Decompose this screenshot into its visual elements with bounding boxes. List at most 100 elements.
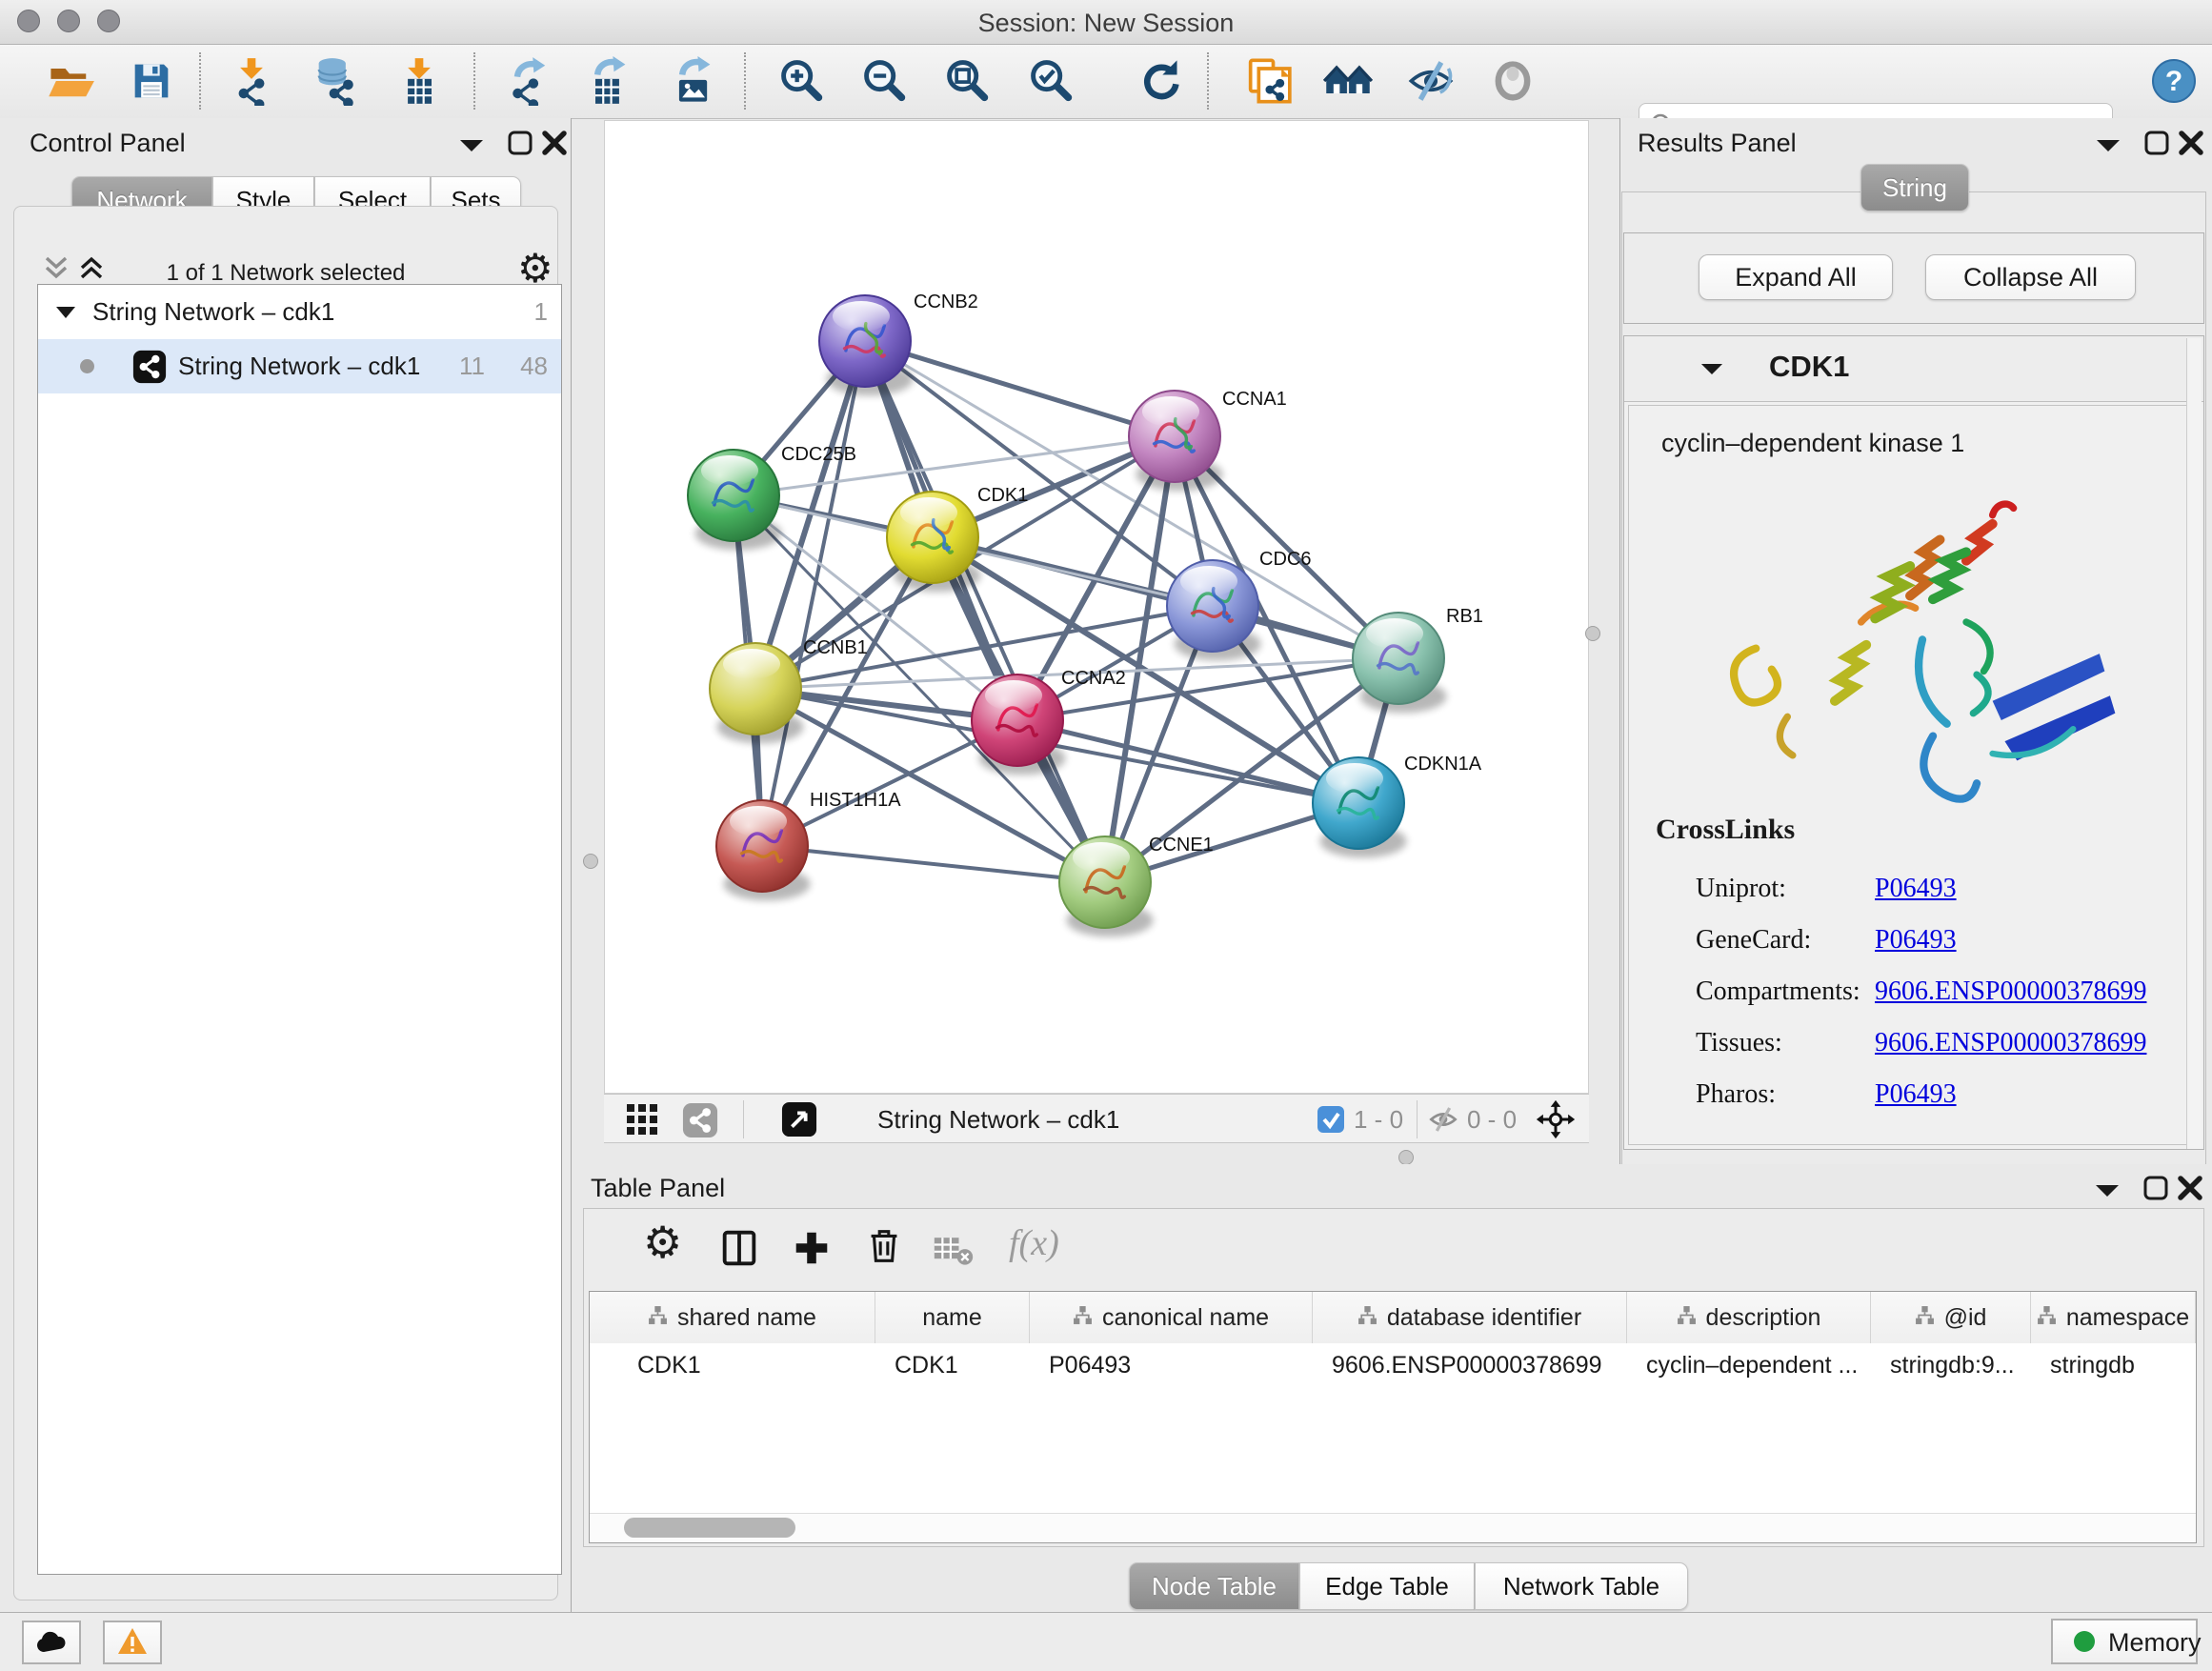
- expand-all-button[interactable]: Expand All: [1699, 254, 1893, 300]
- float-panel-icon[interactable]: [2143, 130, 2170, 156]
- network-row-selected[interactable]: String Network – cdk1 11 48: [38, 339, 561, 393]
- table-row[interactable]: CDK1CDK1P064939606.ENSP00000378699cyclin…: [590, 1343, 2196, 1387]
- node-label-CCNA1: CCNA1: [1222, 389, 1287, 410]
- table-cell[interactable]: cyclin–dependent ...: [1627, 1343, 1871, 1387]
- birdseye-houses-icon[interactable]: [1323, 56, 1373, 106]
- crosslink-link[interactable]: 9606.ENSP00000378699: [1875, 1028, 2146, 1058]
- cloud-status-button[interactable]: [22, 1621, 81, 1664]
- splitter-handle[interactable]: [583, 854, 598, 869]
- zoom-in-icon[interactable]: [776, 56, 826, 106]
- node-CCNE1[interactable]: [1059, 836, 1154, 936]
- float-panel-icon[interactable]: [507, 130, 533, 156]
- results-scrollbar[interactable]: [2186, 338, 2202, 1149]
- edge-CCNB2-HIST1H1A[interactable]: [762, 341, 865, 846]
- zoom-fit-icon[interactable]: [942, 56, 992, 106]
- export-table-icon[interactable]: [583, 56, 633, 106]
- expand-collapse-bar: Expand All Collapse All: [1623, 232, 2204, 324]
- table-cell[interactable]: stringdb: [2031, 1343, 2196, 1387]
- column-header-canonical-name[interactable]: canonical name: [1030, 1292, 1313, 1343]
- table-cell[interactable]: 9606.ENSP00000378699: [1313, 1343, 1627, 1387]
- splitter-handle[interactable]: [1398, 1150, 1414, 1165]
- node-CDK1[interactable]: [887, 492, 981, 592]
- collapse-all-button[interactable]: Collapse All: [1925, 254, 2136, 300]
- grid-view-icon[interactable]: [627, 1104, 659, 1137]
- fit-content-crosshair-icon[interactable]: [1536, 1099, 1576, 1139]
- column-header-description[interactable]: description: [1627, 1292, 1871, 1343]
- crosslink-label: Uniprot:: [1696, 874, 1875, 904]
- column-header-shared-name[interactable]: shared name: [590, 1292, 875, 1343]
- close-panel-icon[interactable]: [2178, 130, 2204, 156]
- node-CDC6[interactable]: [1167, 560, 1261, 660]
- open-session-icon[interactable]: [46, 56, 95, 106]
- table-cell[interactable]: CDK1: [590, 1343, 875, 1387]
- collapse-panel-icon[interactable]: [459, 137, 484, 154]
- export-image-icon[interactable]: [668, 56, 717, 106]
- view-dot-icon: [80, 359, 94, 373]
- column-header-@id[interactable]: @id: [1871, 1292, 2031, 1343]
- zoom-out-icon[interactable]: [859, 56, 909, 106]
- table-cell[interactable]: stringdb:9...: [1871, 1343, 2031, 1387]
- crosslink-link[interactable]: P06493: [1875, 874, 1957, 904]
- column-header-namespace[interactable]: namespace: [2031, 1292, 2196, 1343]
- node-CCNB1[interactable]: [710, 643, 804, 743]
- collapse-panel-icon[interactable]: [2095, 1182, 2120, 1199]
- import-table-icon[interactable]: [394, 56, 444, 106]
- help-icon[interactable]: ?: [2151, 58, 2197, 109]
- node-RB1[interactable]: [1353, 613, 1447, 713]
- tab-network-table[interactable]: Network Table: [1475, 1562, 1688, 1610]
- tab-node-table[interactable]: Node Table: [1129, 1562, 1299, 1610]
- section-expander-icon[interactable]: [1700, 361, 1723, 377]
- window-title: Session: New Session: [0, 9, 2212, 38]
- splitter-handle[interactable]: [1585, 626, 1600, 641]
- network-view-footer: String Network – cdk1 1 - 0 0 - 0: [604, 1094, 1589, 1143]
- zoom-selected-icon[interactable]: [1026, 56, 1076, 106]
- node-HIST1H1A[interactable]: [716, 800, 811, 900]
- shared-column-icon: [1073, 1304, 1093, 1332]
- selected-checkbox-icon[interactable]: [1317, 1106, 1344, 1133]
- node-CDKN1A[interactable]: [1313, 757, 1407, 857]
- network-collection-row[interactable]: String Network – cdk1 1: [38, 285, 561, 339]
- scrollbar-thumb[interactable]: [624, 1518, 795, 1538]
- network-canvas[interactable]: CCNB2CCNA1CDC25BCDK1CDC6RB1CCNB1CCNA2CDK…: [604, 120, 1589, 1094]
- float-panel-icon[interactable]: [2142, 1175, 2169, 1201]
- string-network-graph[interactable]: CCNB2CCNA1CDC25BCDK1CDC6RB1CCNB1CCNA2CDK…: [605, 121, 1588, 1093]
- node-CCNA2[interactable]: [972, 674, 1066, 775]
- node-CCNA1[interactable]: [1129, 391, 1223, 491]
- table-cell[interactable]: CDK1: [875, 1343, 1030, 1387]
- delete-column-icon[interactable]: [862, 1224, 906, 1268]
- crosslink-link[interactable]: P06493: [1875, 925, 1957, 956]
- refresh-view-icon[interactable]: [1134, 56, 1183, 106]
- hide-selected-eye-icon[interactable]: [1406, 56, 1456, 106]
- edge-CCNB2-CCNE1[interactable]: [865, 341, 1105, 882]
- export-network-icon[interactable]: [505, 56, 554, 106]
- gene-section-header[interactable]: CDK1: [1624, 336, 2203, 402]
- node-CCNB2[interactable]: [819, 295, 914, 395]
- node-label-HIST1H1A: HIST1H1A: [810, 790, 901, 811]
- table-options-gear-icon[interactable]: ⚙: [643, 1217, 682, 1268]
- tree-expander-icon[interactable]: [55, 305, 76, 320]
- column-label: canonical name: [1102, 1304, 1269, 1332]
- tab-string[interactable]: String: [1860, 164, 1969, 211]
- crosslink-link[interactable]: 9606.ENSP00000378699: [1875, 976, 2146, 1007]
- edge-CCNB2-CCNA1[interactable]: [865, 341, 1175, 436]
- show-columns-icon[interactable]: [717, 1226, 761, 1270]
- add-column-icon[interactable]: [790, 1226, 834, 1270]
- node-CDC25B[interactable]: [688, 450, 782, 550]
- column-header-name[interactable]: name: [875, 1292, 1030, 1343]
- tab-edge-table[interactable]: Edge Table: [1299, 1562, 1475, 1610]
- birdseye-view-icon[interactable]: [781, 1101, 817, 1137]
- import-network-database-icon[interactable]: [311, 56, 360, 106]
- close-panel-icon[interactable]: [2177, 1175, 2203, 1201]
- save-session-icon[interactable]: [127, 56, 176, 106]
- memory-button[interactable]: Memory: [2051, 1619, 2198, 1664]
- hidden-eye-icon[interactable]: [1427, 1104, 1459, 1135]
- warning-status-button[interactable]: [103, 1621, 162, 1664]
- table-cell[interactable]: P06493: [1030, 1343, 1313, 1387]
- column-header-database-identifier[interactable]: database identifier: [1313, 1292, 1627, 1343]
- collapse-panel-icon[interactable]: [2096, 137, 2121, 154]
- duplicate-network-icon[interactable]: [1242, 56, 1292, 106]
- crosslink-link[interactable]: P06493: [1875, 1079, 1957, 1110]
- close-panel-icon[interactable]: [541, 130, 568, 156]
- string-tab-icon[interactable]: [682, 1102, 718, 1138]
- import-network-icon[interactable]: [227, 56, 276, 106]
